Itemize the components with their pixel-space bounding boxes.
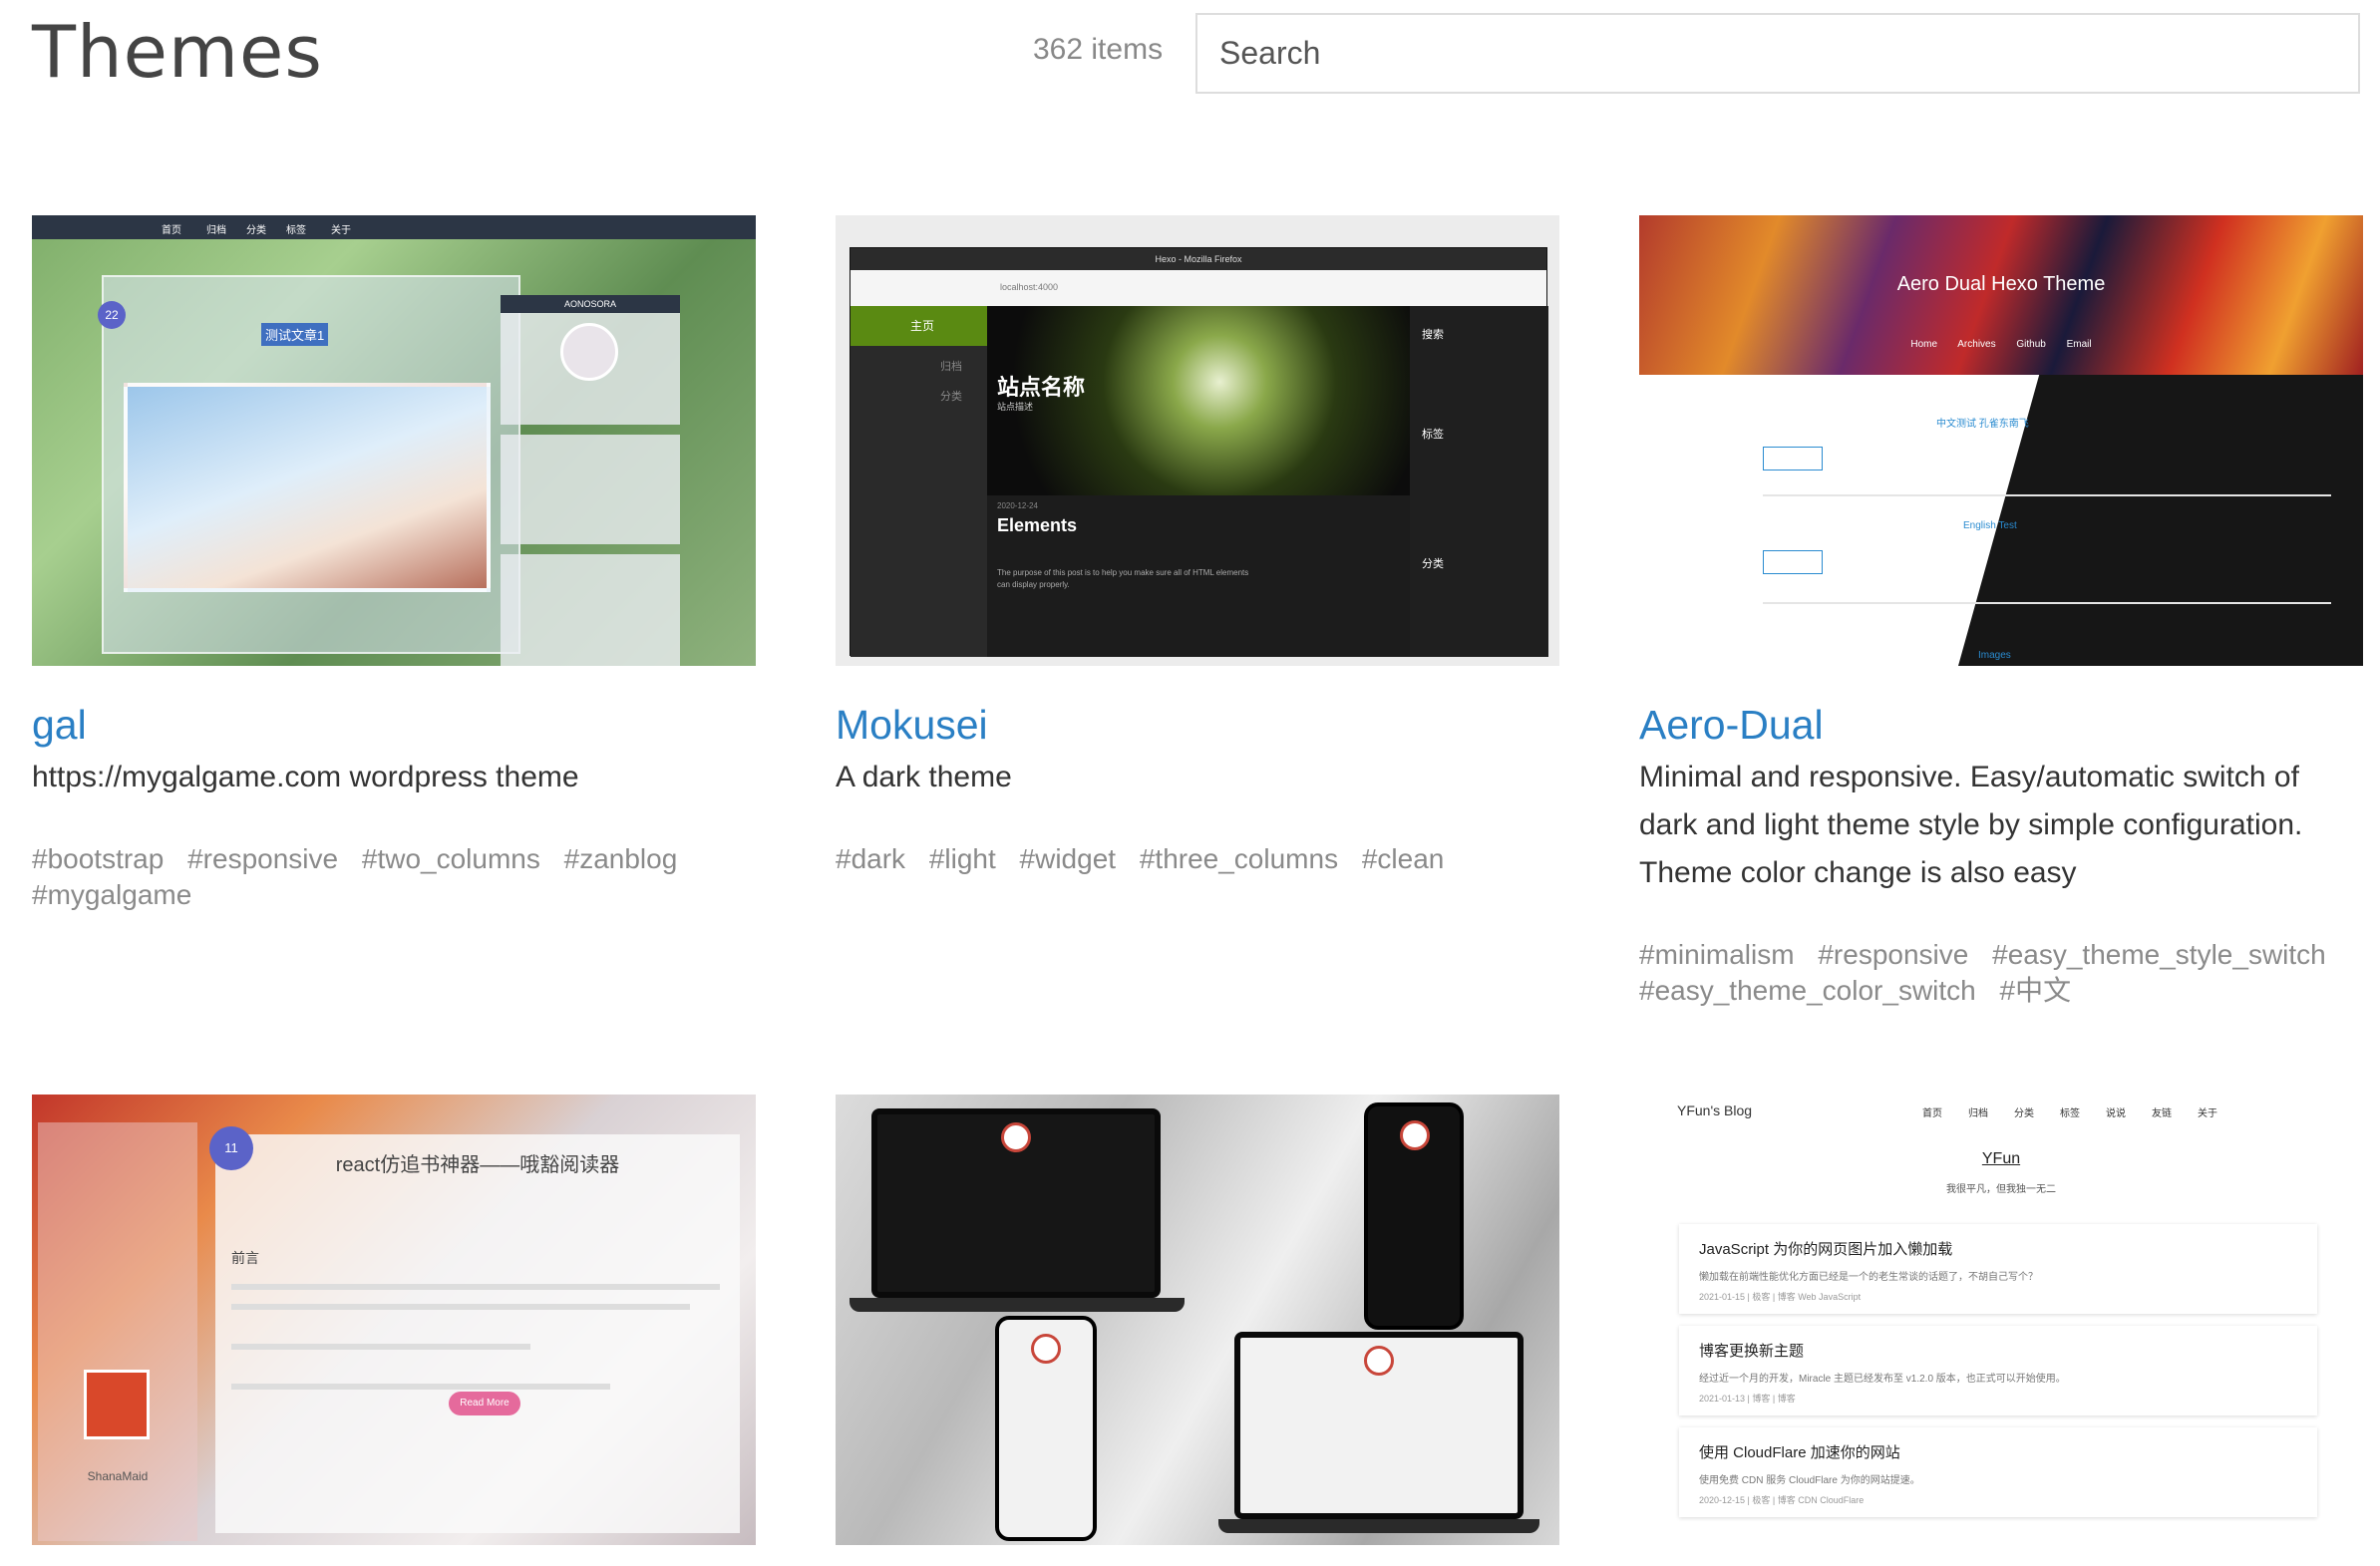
screenshot-recent-posts xyxy=(501,435,680,544)
theme-tags: #minimalism #responsive #easy_theme_styl… xyxy=(1639,937,2363,1009)
tag-link[interactable]: #clean xyxy=(1362,843,1445,874)
theme-description: https://mygalgame.com wordpress theme xyxy=(32,761,579,793)
screenshot-date-box xyxy=(1763,550,1823,574)
avatar xyxy=(84,1370,150,1439)
theme-screenshot-link[interactable]: Aero Dual Hexo Theme Home Archives Githu… xyxy=(1639,215,2363,666)
avatar xyxy=(560,323,618,381)
tag-link[interactable]: #easy_theme_color_switch xyxy=(1639,975,1976,1006)
phone-icon xyxy=(995,1316,1097,1541)
theme-screenshot-link[interactable] xyxy=(836,1095,1559,1545)
screenshot-nav: 首页 归档 分类 标签 关于 xyxy=(32,215,756,239)
screenshot-post-image xyxy=(124,383,491,592)
theme-name-link[interactable]: gal xyxy=(32,702,87,749)
screenshot-right-panel: 搜索 标签 分类 xyxy=(1410,306,1548,657)
screenshot-sidebar: ShanaMaid xyxy=(38,1122,197,1541)
theme-screenshot-link[interactable]: Hexo - Mozilla Firefox localhost:4000 主页… xyxy=(836,215,1559,666)
screenshot-window-title: Hexo - Mozilla Firefox xyxy=(850,248,1546,270)
screenshot-browser-window: Hexo - Mozilla Firefox localhost:4000 主页… xyxy=(850,247,1548,657)
screenshot-url-bar: localhost:4000 xyxy=(850,270,1546,306)
item-count: 362 items xyxy=(1033,33,1164,66)
theme-screenshot-link[interactable]: 首页 归档 分类 标签 关于 22 测试文章1 AONOSORA xyxy=(32,215,756,666)
theme-description: A dark theme xyxy=(836,761,1012,793)
tag-link[interactable]: #bootstrap xyxy=(32,843,164,874)
tag-link[interactable]: #three_columns xyxy=(1140,843,1338,874)
screenshot-post-card: JavaScript 为你的网页图片加入懒加载 懒加载在前端性能优化方面已经是一… xyxy=(1679,1224,2317,1314)
screenshot-read-more: Read More xyxy=(449,1392,520,1415)
screenshot-site-name: YFun xyxy=(1981,1150,2021,1167)
screenshot-hero: 站点名称 站点描述 xyxy=(987,306,1410,495)
theme-screenshot-link[interactable]: YFun's Blog 首页 归档 分类 标签 说说 友链 关于 YFun 我很… xyxy=(1639,1095,2363,1545)
screenshot-date-box xyxy=(1763,447,1823,470)
theme-screenshot-link[interactable]: ShanaMaid react仿追书神器——哦豁阅读器 前言 11 Read M… xyxy=(32,1095,756,1545)
tag-link[interactable]: #中文 xyxy=(2000,975,2072,1006)
tag-link[interactable]: #light xyxy=(929,843,996,874)
screenshot-sidebar: 主页 归档 分类 xyxy=(850,306,987,657)
theme-name-link[interactable]: Mokusei xyxy=(836,702,988,749)
tag-link[interactable]: #minimalism xyxy=(1639,939,1795,970)
screenshot-post-title: 测试文章1 xyxy=(261,323,329,346)
theme-tags: #bootstrap #responsive #two_columns #zan… xyxy=(32,841,756,913)
tag-link[interactable]: #two_columns xyxy=(362,843,540,874)
laptop-icon xyxy=(871,1108,1161,1298)
theme-description: Minimal and responsive. Easy/automatic s… xyxy=(1639,761,2303,889)
tag-link[interactable]: #mygalgame xyxy=(32,879,191,910)
phone-icon xyxy=(1364,1102,1464,1330)
screenshot-post-card: 使用 CloudFlare 加速你的网站 使用免费 CDN 服务 CloudFl… xyxy=(1679,1427,2317,1517)
laptop-icon xyxy=(1234,1332,1524,1519)
tag-link[interactable]: #widget xyxy=(1020,843,1117,874)
tag-link[interactable]: #responsive xyxy=(187,843,338,874)
theme-tags: #dark #light #widget #three_columns #cle… xyxy=(836,841,1559,877)
tag-link[interactable]: #zanblog xyxy=(564,843,678,874)
screenshot-nav: YFun's Blog 首页 归档 分类 标签 说说 友链 关于 xyxy=(1677,1102,2217,1119)
tag-link[interactable]: #easy_theme_style_switch xyxy=(1992,939,2326,970)
screenshot-post: react仿追书神器——哦豁阅读器 前言 xyxy=(215,1134,740,1533)
tag-link[interactable]: #dark xyxy=(836,843,905,874)
screenshot-recent-comments xyxy=(501,554,680,666)
page-header: Themes 362 items xyxy=(0,0,2380,110)
screenshot-date-badge: 11 xyxy=(209,1126,253,1170)
screenshot-date-badge: 22 xyxy=(98,301,126,329)
screenshot-post-card: 博客更换新主题 经过近一个月的开发，Miracle 主题已经发布至 v1.2.0… xyxy=(1679,1326,2317,1415)
search-input[interactable] xyxy=(1195,13,2360,94)
tag-link[interactable]: #responsive xyxy=(1818,939,1968,970)
screenshot-profile-panel: AONOSORA xyxy=(501,295,680,425)
screenshot-post: 2020-12-24 Elements The purpose of this … xyxy=(987,495,1410,657)
screenshot-subtitle: 我很平凡，但我独一无二 xyxy=(1946,1184,2056,1195)
theme-name-link[interactable]: Aero-Dual xyxy=(1639,702,1824,749)
screenshot-banner: Aero Dual Hexo Theme Home Archives Githu… xyxy=(1639,215,2363,375)
page-title: Themes xyxy=(32,10,323,94)
